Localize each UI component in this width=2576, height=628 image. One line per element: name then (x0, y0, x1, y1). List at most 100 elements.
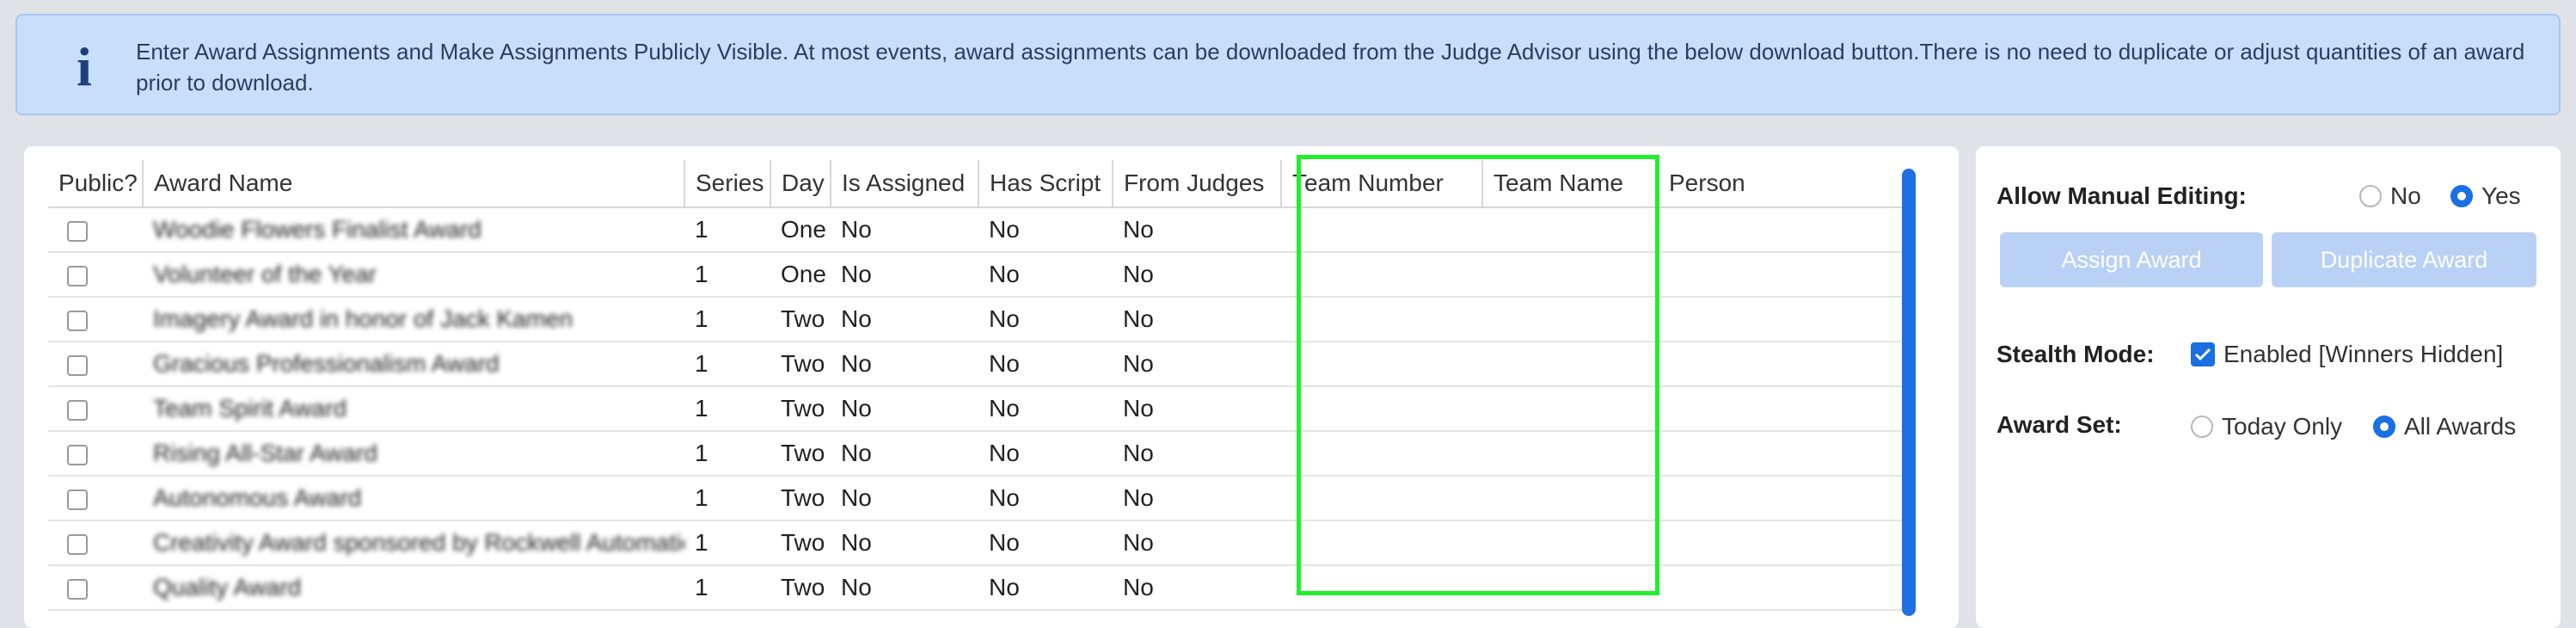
is-assigned-cell: No (831, 565, 978, 611)
team-name-cell[interactable] (1482, 297, 1658, 342)
team-name-cell[interactable] (1482, 520, 1658, 566)
table-row[interactable]: Autonomous Award 1 Two No No No (48, 476, 1909, 521)
table-row[interactable]: Volunteer of the Year 1 One No No No (48, 252, 1909, 298)
public-cell[interactable] (48, 386, 143, 432)
stealth-checkbox[interactable] (2191, 342, 2215, 366)
header-from-judges[interactable]: From Judges (1113, 160, 1282, 208)
manual-no-label: No (2390, 182, 2421, 209)
radio-today-only[interactable] (2191, 416, 2213, 438)
header-public[interactable]: Public? (48, 160, 144, 208)
team-number-cell[interactable] (1281, 252, 1482, 298)
public-cell[interactable] (48, 476, 143, 521)
header-is-assigned[interactable]: Is Assigned (831, 160, 979, 208)
table-header-row: Public? Award Name Series Day Is Assigne… (48, 160, 1909, 208)
public-checkbox[interactable] (67, 220, 88, 242)
award-set-all-label: All Awards (2404, 413, 2517, 440)
team-number-cell[interactable] (1281, 386, 1482, 432)
person-cell[interactable] (1658, 476, 1909, 521)
team-name-cell[interactable] (1482, 252, 1658, 298)
header-team-name[interactable]: Team Name (1482, 160, 1659, 208)
public-cell[interactable] (48, 565, 143, 611)
day-cell: Two (770, 520, 831, 566)
public-checkbox[interactable] (67, 399, 88, 421)
team-name-cell[interactable] (1482, 386, 1658, 432)
manual-editing-yes-option[interactable]: Yes (2450, 182, 2521, 210)
award-name-cell: Gracious Professionalism Award (143, 342, 684, 387)
assign-award-button[interactable]: Assign Award (2000, 232, 2263, 287)
radio-all-awards[interactable] (2373, 416, 2395, 438)
public-cell[interactable] (48, 431, 143, 477)
person-cell[interactable] (1658, 386, 1909, 432)
team-number-cell[interactable] (1281, 207, 1482, 253)
is-assigned-cell: No (831, 520, 978, 566)
table-row[interactable]: Quality Award 1 Two No No No (48, 565, 1909, 611)
settings-panel: Allow Manual Editing: No Yes Assign Awar… (1976, 146, 2561, 628)
public-checkbox[interactable] (67, 354, 88, 376)
table-scrollbar[interactable] (1902, 169, 1916, 616)
header-person[interactable]: Person (1658, 160, 1909, 208)
header-award-name[interactable]: Award Name (143, 160, 685, 208)
has-script-cell: No (978, 342, 1113, 387)
team-name-cell[interactable] (1482, 207, 1658, 253)
public-checkbox[interactable] (67, 578, 88, 600)
has-script-cell: No (978, 297, 1113, 342)
table-row[interactable]: Imagery Award in honor of Jack Kamen 1 T… (48, 297, 1909, 342)
public-cell[interactable] (48, 207, 143, 253)
header-has-script[interactable]: Has Script (978, 160, 1113, 208)
header-day[interactable]: Day (770, 160, 831, 208)
team-number-cell[interactable] (1281, 520, 1482, 566)
person-cell[interactable] (1658, 431, 1909, 477)
from-judges-cell: No (1113, 476, 1281, 521)
has-script-cell: No (978, 386, 1113, 432)
person-cell[interactable] (1658, 252, 1909, 298)
day-cell: Two (770, 342, 831, 387)
table-row[interactable]: Creativity Award sponsored by Rockwell A… (48, 520, 1909, 566)
award-set-today-option[interactable]: Today Only (2191, 413, 2342, 440)
person-cell[interactable] (1658, 520, 1909, 566)
table-row[interactable]: Woodie Flowers Finalist Award 1 One No N… (48, 207, 1909, 253)
team-name-cell[interactable] (1482, 342, 1658, 387)
person-cell[interactable] (1658, 297, 1909, 342)
info-icon: i (77, 36, 92, 97)
team-number-cell[interactable] (1281, 297, 1482, 342)
public-checkbox[interactable] (67, 444, 88, 465)
public-checkbox[interactable] (67, 489, 88, 510)
public-cell[interactable] (48, 252, 143, 298)
team-name-cell[interactable] (1482, 476, 1658, 521)
series-cell: 1 (684, 252, 770, 298)
person-cell[interactable] (1658, 565, 1909, 611)
info-banner: i Enter Award Assignments and Make Assig… (15, 14, 2561, 115)
team-name-cell[interactable] (1482, 565, 1658, 611)
day-cell: Two (770, 297, 831, 342)
team-number-cell[interactable] (1281, 476, 1482, 521)
header-series[interactable]: Series (684, 160, 771, 208)
person-cell[interactable] (1658, 342, 1909, 387)
series-cell: 1 (684, 342, 770, 387)
table-row[interactable]: Gracious Professionalism Award 1 Two No … (48, 342, 1909, 387)
is-assigned-cell: No (831, 207, 978, 253)
duplicate-award-button[interactable]: Duplicate Award (2272, 232, 2536, 287)
public-checkbox[interactable] (67, 533, 88, 555)
team-number-cell[interactable] (1281, 565, 1482, 611)
public-cell[interactable] (48, 520, 143, 566)
manual-editing-no-option[interactable]: No (2359, 182, 2421, 210)
table-row[interactable]: Team Spirit Award 1 Two No No No (48, 386, 1909, 432)
team-number-cell[interactable] (1281, 431, 1482, 477)
manual-yes-label: Yes (2481, 182, 2521, 209)
radio-no[interactable] (2359, 185, 2382, 207)
public-cell[interactable] (48, 297, 143, 342)
radio-yes[interactable] (2450, 185, 2473, 207)
public-checkbox[interactable] (67, 310, 88, 331)
award-set-all-option[interactable]: All Awards (2373, 413, 2516, 440)
table-row[interactable]: Rising All-Star Award 1 Two No No No (48, 431, 1909, 477)
person-cell[interactable] (1658, 207, 1909, 253)
stealth-mode-toggle[interactable]: Enabled [Winners Hidden] (2191, 341, 2503, 368)
is-assigned-cell: No (831, 297, 978, 342)
stealth-value: Enabled [Winners Hidden] (2223, 341, 2504, 367)
team-number-cell[interactable] (1281, 342, 1482, 387)
from-judges-cell: No (1113, 386, 1281, 432)
header-team-number[interactable]: Team Number (1281, 160, 1483, 208)
team-name-cell[interactable] (1482, 431, 1658, 477)
public-cell[interactable] (48, 342, 143, 387)
public-checkbox[interactable] (67, 265, 88, 286)
